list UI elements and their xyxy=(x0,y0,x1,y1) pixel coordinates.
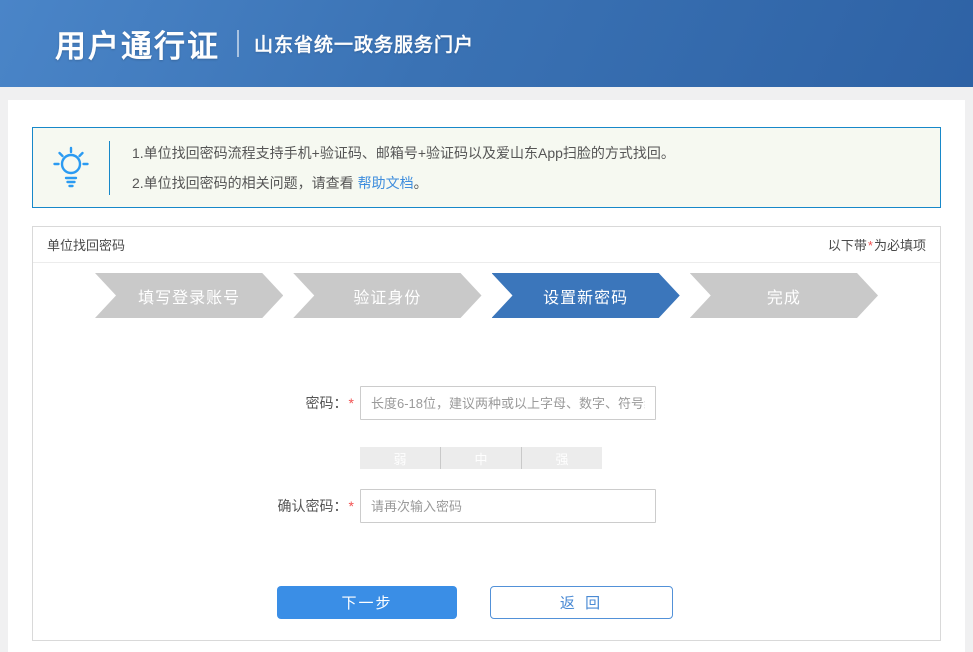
step-verify-identity: 验证身份 xyxy=(293,273,481,318)
required-note: 以下带*为必填项 xyxy=(828,235,926,254)
password-strength-meter: 弱 中 强 xyxy=(360,447,602,469)
password-row: 密码：* xyxy=(33,386,940,420)
step-complete: 完成 xyxy=(690,273,878,318)
app-header: 用户通行证 山东省统一政务服务门户 xyxy=(0,0,973,87)
back-button[interactable]: 返 回 xyxy=(490,586,673,619)
portal-subtitle: 山东省统一政务服务门户 xyxy=(254,30,474,57)
strength-weak: 弱 xyxy=(360,447,440,469)
strength-medium: 中 xyxy=(440,447,521,469)
panel-title: 单位找回密码 xyxy=(47,235,125,254)
step-wizard: 填写登录账号 验证身份 设置新密码 完成 xyxy=(95,273,878,318)
action-buttons: 下一步 返 回 xyxy=(277,586,940,619)
content-card: 1.单位找回密码流程支持手机+验证码、邮箱号+验证码以及爱山东App扫脸的方式找… xyxy=(8,100,965,652)
password-label: 密码：* xyxy=(33,393,355,413)
password-input[interactable] xyxy=(360,386,656,420)
confirm-password-input[interactable] xyxy=(360,489,656,523)
confirm-password-row: 确认密码：* xyxy=(33,489,940,523)
confirm-required-star: * xyxy=(348,498,355,514)
next-step-button[interactable]: 下一步 xyxy=(277,586,457,619)
required-star: * xyxy=(867,238,874,253)
step-fill-account: 填写登录账号 xyxy=(95,273,283,318)
help-doc-link[interactable]: 帮助文档 xyxy=(358,175,414,191)
step-set-new-password: 设置新密码 xyxy=(492,273,680,318)
tip-line-1: 1.单位找回密码流程支持手机+验证码、邮箱号+验证码以及爱山东App扫脸的方式找… xyxy=(132,138,675,168)
lightbulb-icon xyxy=(33,145,109,191)
confirm-password-label: 确认密码：* xyxy=(33,496,355,516)
header-divider xyxy=(237,30,239,57)
tip-line-2: 2.单位找回密码的相关问题，请查看 帮助文档。 xyxy=(132,168,675,198)
page-title: 用户通行证 xyxy=(55,21,220,66)
panel-header: 单位找回密码 以下带*为必填项 xyxy=(33,227,940,263)
tip-text: 1.单位找回密码流程支持手机+验证码、邮箱号+验证码以及爱山东App扫脸的方式找… xyxy=(110,138,675,198)
strength-strong: 强 xyxy=(521,447,602,469)
password-recovery-panel: 单位找回密码 以下带*为必填项 填写登录账号 验证身份 设置新密码 完成 密码：… xyxy=(32,226,941,641)
tip-box: 1.单位找回密码流程支持手机+验证码、邮箱号+验证码以及爱山东App扫脸的方式找… xyxy=(32,127,941,208)
password-required-star: * xyxy=(348,395,355,411)
